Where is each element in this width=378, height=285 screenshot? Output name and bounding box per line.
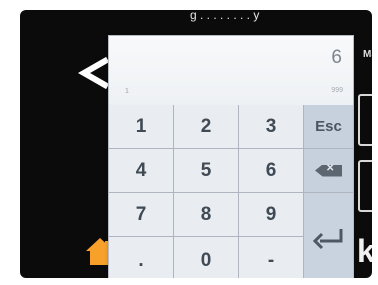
key-3[interactable]: 3 [239,105,304,149]
key-2[interactable]: 2 [174,105,239,149]
key-8-label: 8 [200,203,212,225]
side-field-middle[interactable] [358,160,372,212]
enter-button[interactable] [304,193,353,278]
key-minus[interactable]: - [239,237,304,278]
key-0-label: 0 [200,250,212,271]
numeric-keypad: 6 1 999 1 2 3 Esc 4 5 6 7 8 9 . 0 - [108,35,354,278]
side-field-top[interactable] [358,94,372,146]
device-display: g . . . . . . . . y MS1 kh 6 1 999 1 2 3… [20,10,372,278]
key-1-label: 1 [135,115,147,137]
key-5-label: 5 [200,159,212,181]
backspace-button[interactable] [304,149,353,193]
key-0[interactable]: 0 [174,237,239,278]
input-value: 6 [331,47,342,68]
key-decimal-label: . [138,250,144,271]
key-6[interactable]: 6 [239,149,304,193]
key-minus-label: - [267,250,275,271]
keypad-display: 6 1 999 [109,36,353,106]
enter-icon [312,229,342,250]
esc-label: Esc [315,118,342,135]
ms1-label: MS1 [363,49,372,60]
keypad-keys: 1 2 3 Esc 4 5 6 7 8 9 . 0 - [109,105,353,278]
key-9[interactable]: 9 [239,193,304,237]
device-screen-photo: g . . . . . . . . y MS1 kh 6 1 999 1 2 3… [0,0,378,285]
key-5[interactable]: 5 [174,149,239,193]
minimum-value: 1 [125,88,129,95]
key-4-label: 4 [135,159,147,181]
key-3-label: 3 [265,115,277,137]
top-partial-text: g . . . . . . . . y [190,10,260,22]
key-4[interactable]: 4 [109,149,174,193]
key-7[interactable]: 7 [109,193,174,237]
key-1[interactable]: 1 [109,105,174,149]
back-arrow-icon[interactable] [78,56,112,90]
esc-button[interactable]: Esc [304,105,353,149]
key-6-label: 6 [265,159,277,181]
maximum-value: 999 [331,87,343,94]
key-8[interactable]: 8 [174,193,239,237]
unit-partial-text: kh [357,233,372,269]
backspace-icon [315,164,342,177]
key-7-label: 7 [135,203,147,225]
key-2-label: 2 [200,115,212,137]
key-decimal[interactable]: . [109,237,174,278]
key-9-label: 9 [265,203,277,225]
